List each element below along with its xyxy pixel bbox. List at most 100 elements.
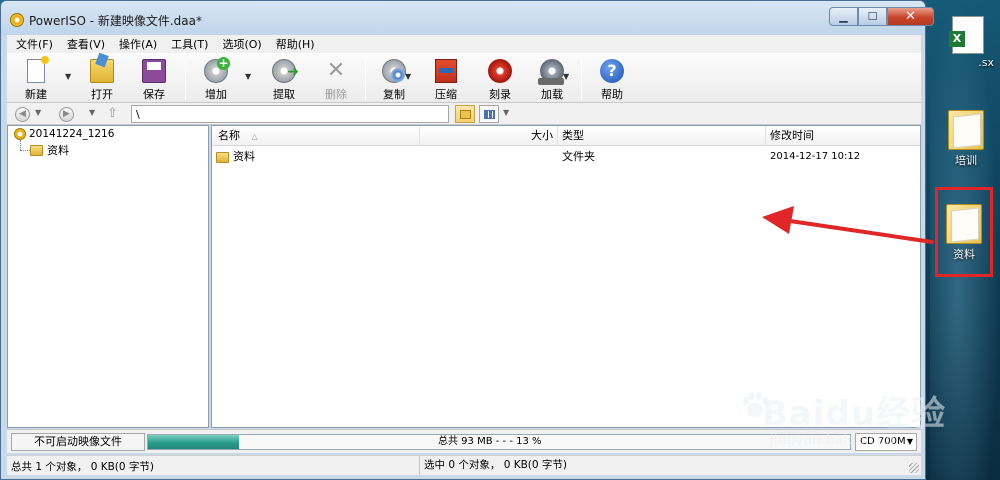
toolbar: 新建 ▼ 打开 保存 增加 ▼ 提取 ✕ 删除 复制 ▼ bbox=[7, 53, 921, 103]
forward-icon[interactable]: ▶ bbox=[59, 107, 74, 122]
column-header-name[interactable]: 名称 △ bbox=[212, 126, 420, 146]
copy-label: 复制 bbox=[383, 88, 405, 101]
minimize-button[interactable]: ▁ bbox=[829, 7, 858, 26]
open-label: 打开 bbox=[91, 88, 113, 101]
tree-root-item[interactable]: 20141224_1216 bbox=[14, 128, 114, 140]
delete-label: 删除 bbox=[325, 88, 347, 101]
file-modified: 2014-12-17 10:12 bbox=[770, 151, 861, 162]
path-input[interactable] bbox=[131, 105, 449, 123]
tree-root-label: 20141224_1216 bbox=[29, 128, 115, 140]
tree-item-ziliao[interactable]: 资料 bbox=[30, 142, 69, 158]
maximize-button[interactable]: ☐ bbox=[858, 7, 887, 26]
tree-connector bbox=[20, 140, 21, 150]
save-label: 保存 bbox=[143, 88, 165, 101]
watermark-sub: jingyan.baidu.com bbox=[770, 432, 900, 448]
burn-button[interactable]: 刻录 bbox=[477, 58, 523, 102]
menu-tools[interactable]: 工具(T) bbox=[162, 36, 213, 52]
desktop-icon-peixun[interactable]: 培训 bbox=[936, 110, 996, 168]
new-button[interactable]: 新建 bbox=[13, 56, 59, 102]
save-icon bbox=[142, 59, 166, 83]
menu-help[interactable]: 帮助(H) bbox=[267, 36, 320, 52]
folder-tree-pane[interactable]: 20141224_1216 资料 bbox=[7, 125, 209, 428]
window-title: PowerISO - 新建映像文件.daa* bbox=[29, 14, 202, 28]
poweriso-app-icon[interactable] bbox=[10, 13, 24, 27]
menu-file[interactable]: 文件(F) bbox=[7, 36, 58, 52]
open-folder-icon bbox=[90, 59, 114, 83]
add-files-icon bbox=[204, 57, 230, 83]
desktop-icon-label: .sx bbox=[978, 56, 994, 69]
help-button[interactable]: ? 帮助 bbox=[589, 58, 635, 102]
compress-label: 压缩 bbox=[435, 88, 457, 101]
file-name: 资料 bbox=[233, 150, 255, 163]
column-header-modified[interactable]: 修改时间 bbox=[766, 126, 920, 146]
new-label: 新建 bbox=[25, 88, 47, 101]
mount-dropdown-arrow[interactable]: ▼ bbox=[563, 72, 569, 81]
extract-button[interactable]: 提取 bbox=[261, 58, 307, 102]
compress-button[interactable]: 压缩 bbox=[423, 58, 469, 102]
extract-label: 提取 bbox=[273, 88, 295, 101]
status-total-objects: 总共 1 个对象， 0 KB(0 字节) bbox=[11, 461, 155, 473]
forward-dropdown-arrow[interactable]: ▼ bbox=[89, 108, 95, 117]
new-file-icon bbox=[27, 56, 49, 83]
menu-action[interactable]: 操作(A) bbox=[110, 36, 162, 52]
column-name-label: 名称 bbox=[218, 129, 240, 142]
add-dropdown-arrow[interactable]: ▼ bbox=[245, 72, 251, 81]
boot-status-label: 不可启动映像文件 bbox=[11, 433, 145, 451]
menu-bar: 文件(F) 查看(V) 操作(A) 工具(T) 选项(O) 帮助(H) bbox=[7, 35, 921, 53]
mount-label: 加载 bbox=[541, 88, 563, 101]
column-header-size[interactable]: 大小 bbox=[420, 126, 558, 146]
copy-dropdown-arrow[interactable]: ▼ bbox=[405, 72, 411, 81]
capacity-progress-fill bbox=[148, 435, 240, 449]
toolbar-separator bbox=[185, 60, 186, 100]
desktop-icon-label: 培训 bbox=[955, 154, 977, 167]
delete-button[interactable]: ✕ 删除 bbox=[313, 58, 359, 102]
delete-x-icon: ✕ bbox=[326, 58, 346, 83]
address-bar: ◀ ▼ ▶ ▼ ⇧ ▼ bbox=[7, 103, 921, 125]
mount-drive-icon bbox=[538, 59, 564, 85]
menu-options[interactable]: 选项(O) bbox=[213, 36, 266, 52]
folder-view-icon bbox=[460, 110, 471, 119]
new-dropdown-arrow[interactable]: ▼ bbox=[65, 72, 71, 81]
capacity-text: 总共 93 MB - - - 13 % bbox=[438, 436, 542, 447]
table-row[interactable]: 资料 文件夹 2014-12-17 10:12 bbox=[212, 148, 920, 166]
burn-label: 刻录 bbox=[489, 88, 511, 101]
column-header-row: 名称 △ 大小 类型 修改时间 bbox=[212, 126, 920, 146]
column-header-type[interactable]: 类型 bbox=[558, 126, 766, 146]
menu-view[interactable]: 查看(V) bbox=[58, 36, 110, 52]
add-label: 增加 bbox=[205, 88, 227, 101]
list-view-icon bbox=[484, 110, 495, 119]
resize-grip-icon[interactable] bbox=[909, 463, 919, 473]
sort-ascending-icon: △ bbox=[251, 132, 258, 141]
back-icon[interactable]: ◀ bbox=[15, 107, 30, 122]
folder-icon bbox=[948, 110, 984, 150]
file-size bbox=[420, 148, 558, 166]
disc-image-icon bbox=[14, 128, 26, 140]
extract-icon bbox=[272, 59, 299, 83]
copy-disc-icon bbox=[382, 59, 406, 83]
watermark-main: Baidu经验 bbox=[762, 394, 947, 434]
back-dropdown-arrow[interactable]: ▼ bbox=[35, 108, 41, 117]
toolbar-separator bbox=[365, 60, 366, 100]
desktop-icon-excel[interactable]: .sx bbox=[938, 16, 998, 69]
baidu-watermark: Baidu经验 jingyan.baidu.com bbox=[740, 380, 945, 460]
save-button[interactable]: 保存 bbox=[131, 58, 177, 102]
compress-icon bbox=[435, 59, 457, 83]
view-dropdown-arrow[interactable]: ▼ bbox=[503, 108, 509, 117]
folder-view-button[interactable] bbox=[455, 105, 475, 123]
toolbar-separator bbox=[581, 60, 582, 100]
open-button[interactable]: 打开 bbox=[79, 58, 125, 102]
excel-file-icon bbox=[949, 16, 984, 54]
title-bar[interactable]: PowerISO - 新建映像文件.daa* ▁ ☐ ✕ bbox=[1, 1, 934, 35]
up-folder-icon[interactable]: ⇧ bbox=[107, 106, 118, 121]
list-view-button[interactable] bbox=[479, 105, 499, 123]
folder-icon bbox=[216, 151, 229, 163]
file-name-cell: 资料 bbox=[216, 148, 255, 166]
window-controls: ▁ ☐ ✕ bbox=[829, 7, 934, 27]
close-button[interactable]: ✕ bbox=[887, 7, 934, 26]
folder-icon bbox=[30, 144, 43, 156]
burn-disc-icon bbox=[488, 59, 512, 83]
add-button[interactable]: 增加 bbox=[193, 57, 239, 102]
tree-connector bbox=[20, 150, 30, 151]
highlight-box bbox=[935, 187, 993, 277]
tree-item-label: 资料 bbox=[47, 144, 69, 157]
